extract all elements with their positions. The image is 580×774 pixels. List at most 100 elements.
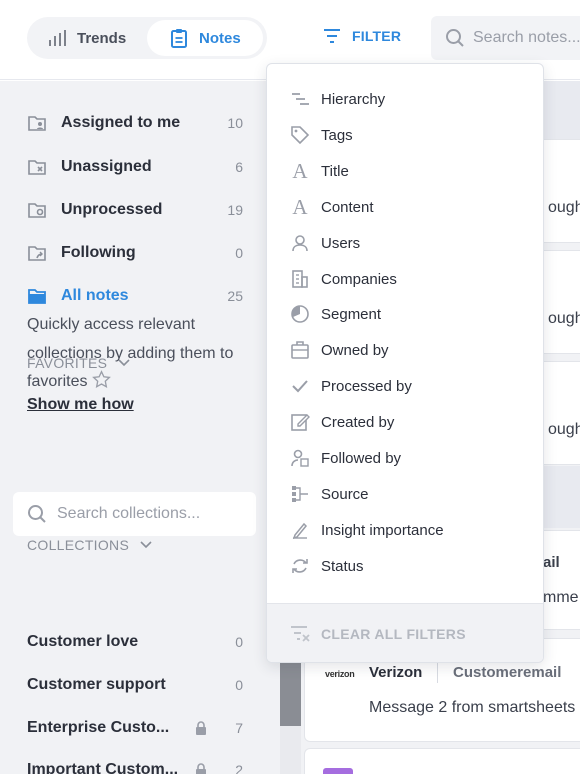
collection-count: 0 (235, 634, 243, 650)
note-source: Customeremail (453, 664, 562, 681)
notes-search-box (431, 16, 580, 60)
note-snippet: ough Z (548, 199, 580, 216)
sidebar-item-assigned[interactable]: Assigned to me 10 (27, 110, 243, 136)
note-snippet: ough Z (548, 421, 580, 438)
filter-option-hierarchy[interactable]: Hierarchy (289, 85, 529, 113)
sidebar-item-all-notes[interactable]: All notes 25 (27, 283, 243, 309)
tab-trends-label: Trends (77, 29, 127, 47)
filter-option-label: Created by (321, 413, 395, 431)
filter-option-label: Tags (321, 126, 353, 144)
filter-option-created-by[interactable]: Created by (289, 408, 529, 436)
sidebar-item-label: All notes (61, 287, 129, 304)
collection-label: Customer support (27, 676, 166, 693)
company-logo: verizon (325, 669, 355, 679)
bar-chart-icon (49, 30, 66, 46)
folder-user-icon (27, 113, 47, 133)
sidebar-item-count: 10 (227, 115, 243, 131)
star-icon (92, 370, 111, 388)
filter-dropdown: Hierarchy Tags A Title A Content Users C… (266, 63, 544, 663)
collection-item-important[interactable]: Important Custom... 2 (27, 757, 243, 774)
collections-search-input[interactable] (57, 505, 257, 523)
edit-icon (289, 411, 311, 433)
collections-heading-label: COLLECTIONS (27, 537, 130, 553)
filter-option-tags[interactable]: Tags (289, 121, 529, 149)
filter-option-companies[interactable]: Companies (289, 265, 529, 293)
pie-segment-icon (289, 303, 311, 325)
filter-option-label: Companies (321, 270, 397, 288)
building-icon (289, 268, 311, 290)
divider (437, 663, 438, 683)
collection-count: 0 (235, 677, 243, 693)
filter-option-label: Followed by (321, 449, 402, 467)
collections-heading[interactable]: COLLECTIONS (27, 537, 153, 553)
text-a-icon: A (292, 194, 308, 219)
filter-option-source[interactable]: Source (289, 480, 529, 508)
filter-option-label: Title (321, 162, 349, 180)
clear-all-filters-button[interactable]: CLEAR ALL FILTERS (267, 603, 543, 662)
sidebar-item-count: 0 (235, 245, 243, 261)
folder-icon (27, 286, 47, 306)
collection-count: 2 (235, 762, 243, 774)
sidebar-item-following[interactable]: Following 0 (27, 240, 243, 266)
collection-item-enterprise[interactable]: Enterprise Custo... 7 (27, 715, 243, 741)
note-card[interactable] (304, 748, 580, 774)
filter-option-label: Processed by (321, 377, 412, 395)
note-source-snippet: ail (543, 554, 560, 571)
sidebar-item-label: Unprocessed (61, 201, 163, 218)
tab-notes[interactable]: Notes (147, 20, 263, 56)
folder-x-icon (27, 157, 47, 177)
collections-search-box (13, 492, 257, 536)
favorites-text: Quickly access relevant collections by a… (27, 316, 234, 390)
filter-option-segment[interactable]: Segment (289, 300, 529, 328)
sidebar-item-label: Assigned to me (61, 114, 181, 131)
avatar (323, 768, 353, 774)
collection-item-customer-love[interactable]: Customer love 0 (27, 629, 243, 655)
sidebar-item-unassigned[interactable]: Unassigned 6 (27, 154, 243, 180)
clear-filter-icon (291, 626, 310, 642)
filter-option-processed-by[interactable]: Processed by (289, 372, 529, 400)
hierarchy-icon (289, 88, 311, 110)
filter-button[interactable]: FILTER (322, 27, 401, 45)
search-icon (446, 29, 464, 47)
filter-option-label: Hierarchy (321, 90, 386, 108)
filter-option-insight-importance[interactable]: Insight importance (289, 516, 529, 544)
filter-option-followed-by[interactable]: Followed by (289, 444, 529, 472)
pen-icon (289, 519, 311, 541)
note-snippet: mme (543, 589, 579, 606)
filter-button-label: FILTER (352, 28, 402, 44)
filter-option-users[interactable]: Users (289, 229, 529, 257)
collection-count: 7 (235, 720, 243, 736)
filter-icon (324, 29, 340, 43)
filter-option-label: Source (321, 485, 369, 503)
source-icon (289, 483, 311, 505)
clipboard-icon (171, 29, 187, 48)
sidebar-item-count: 6 (235, 159, 243, 175)
filter-option-label: Users (321, 234, 361, 252)
sidebar (0, 81, 280, 774)
notes-search-input[interactable] (473, 29, 580, 47)
checkmark-icon (289, 375, 311, 397)
note-message: Message 2 from smartsheets (369, 699, 576, 716)
lock-icon (196, 763, 207, 774)
briefcase-icon (289, 339, 311, 361)
text-a-icon: A (292, 158, 308, 183)
collection-item-customer-support[interactable]: Customer support 0 (27, 672, 243, 698)
filter-option-status[interactable]: Status (289, 552, 529, 580)
tag-icon (289, 124, 311, 146)
collection-label: Important Custom... (27, 761, 179, 774)
tab-trends[interactable]: Trends (47, 20, 152, 56)
filter-option-label: Status (321, 557, 364, 575)
followers-icon (289, 447, 311, 469)
filter-option-owned-by[interactable]: Owned by (289, 336, 529, 364)
show-me-how-link[interactable]: Show me how (27, 396, 134, 414)
folder-follow-icon (27, 243, 47, 263)
note-snippet: ough Z (548, 310, 580, 327)
sidebar-item-unprocessed[interactable]: Unprocessed 19 (27, 197, 243, 223)
company-name: Verizon (369, 664, 423, 681)
filter-option-label: Owned by (321, 341, 389, 359)
view-switcher: Trends Notes (27, 17, 267, 59)
filter-option-label: Content (321, 198, 374, 216)
filter-option-title[interactable]: A Title (289, 157, 529, 185)
filter-option-content[interactable]: A Content (289, 193, 529, 221)
refresh-icon (289, 555, 311, 577)
